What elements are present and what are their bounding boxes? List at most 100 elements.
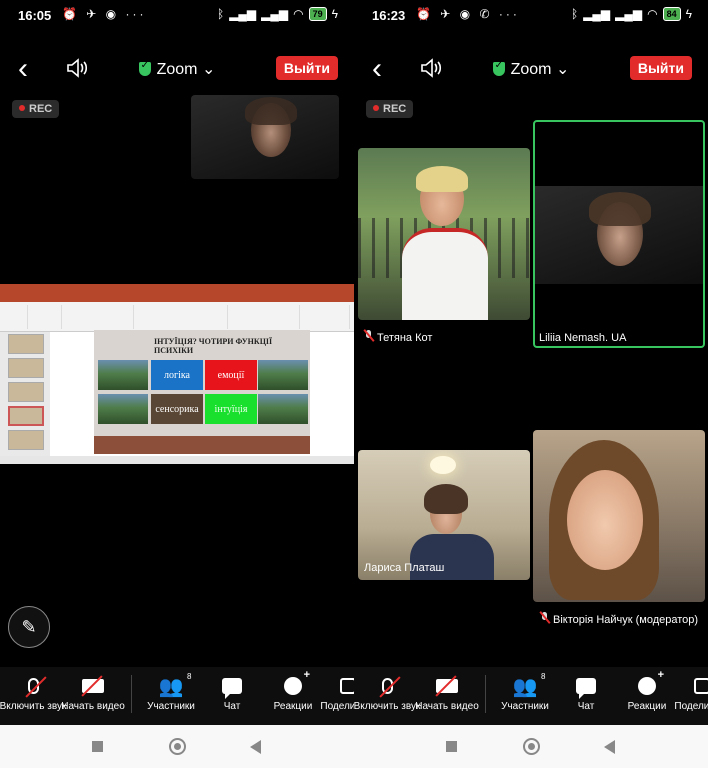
video-shirt: [402, 228, 488, 320]
share-button[interactable]: Поделиться: [667, 675, 708, 712]
leave-button[interactable]: Выйти: [275, 56, 338, 80]
slide-thumbnail: [8, 382, 44, 402]
back-triangle-icon[interactable]: [604, 740, 615, 754]
slide-floor: [94, 436, 310, 454]
start-video-button[interactable]: Начать видео: [58, 675, 128, 712]
participant-name: Вікторія Найчук (модератор): [540, 612, 698, 626]
battery-icon: 79: [308, 7, 327, 21]
toolbar-divider: [131, 675, 132, 713]
android-navbar: [354, 725, 708, 768]
leave-button[interactable]: Выйти: [629, 56, 692, 80]
pencil-icon: ✎: [21, 616, 37, 637]
bluetooth-icon: ᛒ: [217, 7, 225, 21]
chevron-down-icon: ⌄: [555, 61, 570, 78]
slide-thumbnail: [8, 334, 44, 354]
forest-image: [98, 360, 148, 390]
system-icons: ᛒ ▂▄▆ ▂▄▆ ◠ 79 ϟ: [217, 7, 338, 21]
camera-off-icon: [435, 675, 458, 697]
participants-label: Участники: [501, 701, 549, 712]
share-icon: [340, 678, 354, 694]
slide-thumbnail: [8, 358, 44, 378]
share-icon: [694, 678, 708, 694]
recents-icon[interactable]: [446, 741, 457, 752]
meeting-topbar: ‹ Zoom ⌄ Выйти: [354, 50, 708, 88]
charging-icon: ϟ: [331, 7, 338, 21]
home-icon[interactable]: [523, 738, 540, 755]
participant-video[interactable]: [533, 430, 705, 602]
notification-icons: ⏰ ✈ ◉ ···: [62, 7, 147, 21]
signal-icon: ▂▄▆: [261, 7, 289, 21]
share-label: Поделиться: [674, 701, 708, 712]
signal-icon: ▂▄▆: [615, 7, 643, 21]
status-time: 16:05: [18, 8, 52, 23]
shared-screen[interactable]: ІНТУЇЦІЯ? ЧОТИРИ ФУНКЦІЇ ПСИХІКИ логіка …: [0, 284, 354, 464]
annotate-button[interactable]: ✎: [8, 606, 50, 648]
bluetooth-icon: ᛒ: [571, 7, 579, 21]
powerpoint-titlebar: [0, 284, 354, 294]
participant-name: Лариса Платаш: [364, 562, 445, 574]
chat-label: Чат: [577, 701, 595, 712]
shield-icon: [138, 60, 151, 76]
video-hair: [589, 192, 651, 226]
powerpoint-ribbon: [0, 302, 354, 332]
chat-button[interactable]: Чат: [197, 675, 267, 712]
status-bar: 16:23 ⏰ ✈ ◉ ✆ ··· ᛒ ▂▄▆ ▂▄▆ ◠ 84 ϟ: [354, 0, 708, 32]
status-time: 16:23: [372, 8, 406, 23]
emoji-icon: [284, 669, 310, 695]
video-hair: [245, 97, 297, 125]
participants-count: 8: [187, 671, 192, 681]
forest-image: [98, 394, 148, 424]
video-hair: [424, 484, 468, 514]
chat-icon: [222, 678, 242, 699]
camera-off-icon: [81, 675, 104, 697]
ribbon-group: [4, 305, 28, 329]
wifi-icon: ◠: [647, 7, 658, 21]
microphone-muted-icon: [24, 676, 47, 698]
android-navbar: [0, 725, 354, 768]
chat-button[interactable]: Чат: [551, 675, 621, 712]
chat-icon: [576, 678, 596, 699]
start-video-label: Начать видео: [61, 701, 125, 712]
current-slide: ІНТУЇЦІЯ? ЧОТИРИ ФУНКЦІЇ ПСИХІКИ логіка …: [94, 330, 310, 454]
ribbon-group: [136, 305, 228, 329]
notification-icons: ⏰ ✈ ◉ ✆ ···: [416, 7, 520, 21]
forest-image: [258, 360, 308, 390]
participant-name: Liliia Nemash. UA: [539, 332, 627, 344]
ribbon-group: [302, 305, 350, 329]
emoji-icon: [638, 669, 664, 695]
share-button[interactable]: Поделиться: [313, 675, 354, 712]
chevron-down-icon: ⌄: [201, 61, 216, 78]
wifi-icon: ◠: [293, 7, 304, 21]
participants-button[interactable]: 👥 8 Участники: [136, 671, 206, 713]
powerpoint-statusbar: [0, 456, 354, 464]
home-icon[interactable]: [169, 738, 186, 755]
phone-screen-right: 16:23 ⏰ ✈ ◉ ✆ ··· ᛒ ▂▄▆ ▂▄▆ ◠ 84 ϟ ‹ Zoo…: [354, 0, 708, 768]
meeting-toolbar: Включить звук Начать видео 👥 8 Участники …: [354, 667, 708, 725]
video-hair: [416, 166, 468, 192]
participants-label: Участники: [147, 701, 195, 712]
slide-thumbnail: [8, 430, 44, 450]
toolbar-divider: [485, 675, 486, 713]
participant-video[interactable]: Лариса Платаш: [358, 450, 530, 580]
active-speaker-video[interactable]: Liliia Nemash. UA: [533, 120, 705, 348]
start-video-button[interactable]: Начать видео: [412, 675, 482, 712]
video-lamp: [430, 456, 456, 474]
participant-name: Тетяна Кот: [364, 330, 432, 344]
participant-video[interactable]: [358, 148, 530, 320]
microphone-muted-icon: [364, 330, 373, 342]
microphone-muted-icon: [378, 676, 401, 698]
share-label: Поделиться: [320, 701, 354, 712]
chat-label: Чат: [223, 701, 241, 712]
battery-icon: 84: [662, 7, 681, 21]
meeting-toolbar: Включить звук Начать видео 👥 8 Участники …: [0, 667, 354, 725]
status-bar: 16:05 ⏰ ✈ ◉ ··· ᛒ ▂▄▆ ▂▄▆ ◠ 79 ϟ: [0, 0, 354, 32]
back-triangle-icon[interactable]: [250, 740, 261, 754]
powerpoint-tabs: [0, 294, 354, 302]
charging-icon: ϟ: [685, 7, 692, 21]
slide-thumbnail-selected: [8, 406, 44, 426]
recents-icon[interactable]: [92, 741, 103, 752]
self-video-thumbnail[interactable]: [191, 95, 339, 179]
participants-icon: 👥 8: [158, 671, 192, 698]
start-video-label: Начать видео: [415, 701, 479, 712]
participants-button[interactable]: 👥 8 Участники: [490, 672, 560, 713]
